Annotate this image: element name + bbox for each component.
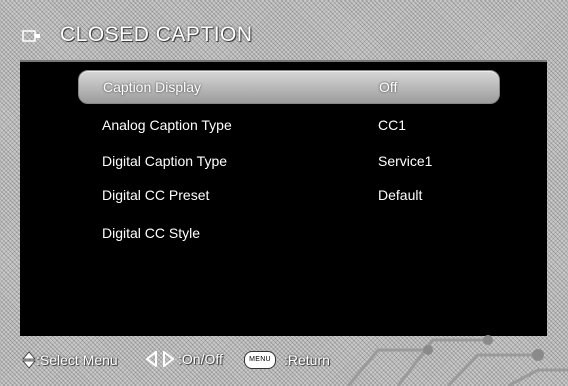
menu-item-label: Digital CC Style: [102, 225, 201, 241]
menu-item-value: Service1: [378, 153, 433, 169]
menu-item-label: Analog Caption Type: [102, 117, 232, 133]
help-onoff-label: :On/Off: [178, 351, 223, 367]
left-right-arrow-icon: [146, 351, 174, 367]
help-on-off: :On/Off: [146, 351, 223, 367]
menu-key-icon: MENU: [244, 351, 276, 369]
menu-item-label: Digital Caption Type: [102, 153, 228, 169]
up-down-arrow-icon: [22, 351, 36, 369]
menu-item-digital-cc-style[interactable]: Digital CC Style: [78, 217, 498, 249]
menu-item-value: CC1: [378, 117, 407, 133]
help-return: MENU :Return: [244, 351, 330, 369]
footer-help-bar: :Select Menu :On/Off MENU :Return: [0, 340, 568, 380]
help-select-menu: :Select Menu: [22, 351, 118, 369]
menu-item-analog-caption-type[interactable]: Analog Caption Type CC1: [78, 109, 498, 141]
menu-item-digital-caption-type[interactable]: Digital Caption Type Service1: [78, 145, 498, 177]
menu-item-caption-display[interactable]: Caption Display Off: [78, 70, 500, 104]
osd-screen: CLOSED CAPTION Caption Display Off Analo…: [0, 0, 568, 386]
help-return-label: :Return: [284, 352, 330, 368]
help-select-label: :Select Menu: [36, 352, 118, 368]
menu-item-value: Default: [378, 187, 423, 203]
title-bar: CLOSED CAPTION: [0, 18, 568, 54]
menu-item-value: Off: [379, 79, 398, 95]
menu-panel: Caption Display Off Analog Caption Type …: [20, 60, 547, 336]
menu-item-label: Caption Display: [103, 79, 202, 95]
menu-item-label: Digital CC Preset: [102, 187, 210, 203]
page-title: CLOSED CAPTION: [60, 23, 253, 46]
caption-icon: [22, 30, 40, 42]
menu-item-digital-cc-preset[interactable]: Digital CC Preset Default: [78, 179, 498, 211]
